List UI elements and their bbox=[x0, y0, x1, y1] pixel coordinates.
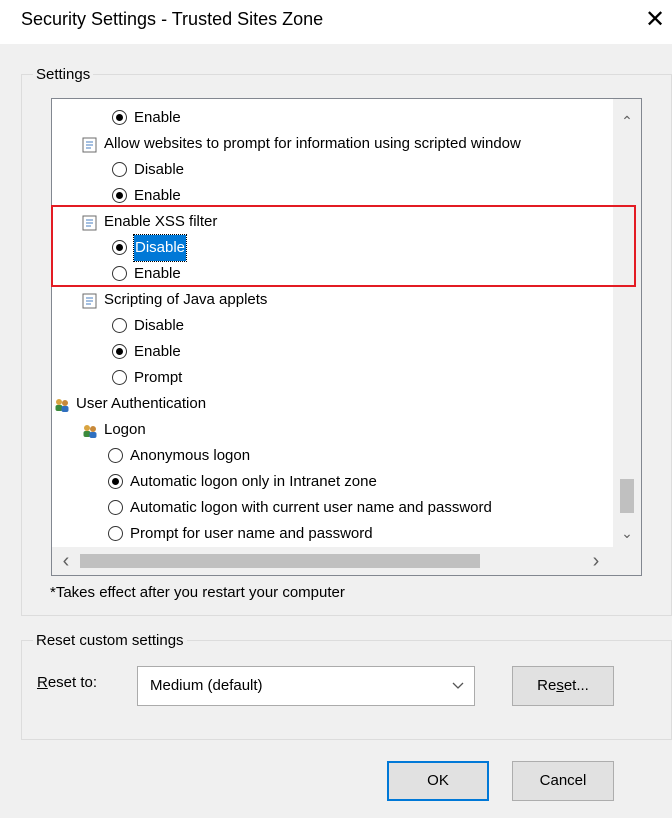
cancel-button-label: Cancel bbox=[539, 772, 587, 789]
radio-button[interactable] bbox=[112, 370, 127, 385]
scroll-right-icon[interactable]: › bbox=[582, 547, 610, 575]
tree-row-label: Logon bbox=[104, 421, 146, 438]
reset-group-label: Reset custom settings bbox=[33, 632, 187, 649]
setting-row: Logon bbox=[52, 417, 607, 443]
option-row[interactable]: Enable bbox=[52, 339, 607, 365]
tree-row-label: Enable bbox=[134, 187, 181, 204]
radio-button[interactable] bbox=[112, 266, 127, 281]
option-row[interactable]: Prompt for user name and password bbox=[52, 521, 607, 547]
radio-button[interactable] bbox=[112, 162, 127, 177]
tree-row-label: Enable bbox=[134, 343, 181, 360]
option-row[interactable]: Disable bbox=[52, 157, 607, 183]
settings-group-label: Settings bbox=[33, 66, 94, 83]
radio-button-checked[interactable] bbox=[112, 110, 127, 125]
vertical-scroll-thumb[interactable] bbox=[620, 479, 634, 513]
option-row[interactable]: Enable bbox=[52, 105, 607, 131]
ok-button-label: OK bbox=[427, 772, 449, 789]
tree-row-label: Automatic logon with current user name a… bbox=[130, 499, 492, 516]
setting-row: Allow websites to prompt for information… bbox=[52, 131, 607, 157]
option-row[interactable]: Enable bbox=[52, 261, 607, 287]
script-setting-icon bbox=[82, 214, 98, 231]
users-icon bbox=[82, 422, 98, 438]
scroll-down-icon[interactable]: ⌄ bbox=[613, 519, 641, 547]
close-icon[interactable]: ✕ bbox=[640, 3, 670, 37]
tree-row-label: Disable bbox=[134, 161, 185, 178]
horizontal-scroll-thumb[interactable] bbox=[80, 554, 480, 568]
horizontal-scrollbar[interactable]: ‹ › bbox=[52, 547, 613, 575]
option-row[interactable]: Anonymous logon bbox=[52, 443, 607, 469]
settings-tree[interactable]: Prompt for user name and password Automat… bbox=[51, 98, 642, 576]
tree-row-label: Scripting of Java applets bbox=[104, 291, 268, 308]
tree-row-label: Anonymous logon bbox=[130, 447, 251, 464]
radio-button[interactable] bbox=[112, 318, 127, 333]
tree-row-label: Prompt for user name and password bbox=[130, 525, 373, 542]
title-bar: Security Settings - Trusted Sites Zone ✕ bbox=[0, 0, 672, 44]
reset-level-value: Medium (default) bbox=[150, 677, 263, 694]
tree-row-label: Allow websites to prompt for information… bbox=[104, 135, 521, 152]
reset-to-label: Reset to: bbox=[37, 674, 98, 691]
reset-button-label: Reset... bbox=[537, 677, 589, 694]
tree-row-label: User Authentication bbox=[76, 395, 207, 412]
tree-row-label: Prompt bbox=[134, 369, 183, 386]
radio-button-checked[interactable] bbox=[112, 344, 127, 359]
setting-row: Scripting of Java applets bbox=[52, 287, 607, 313]
script-setting-icon bbox=[82, 136, 98, 153]
option-row[interactable]: Prompt bbox=[52, 365, 607, 391]
tree-row-label: Enable bbox=[134, 265, 181, 282]
tree-row-label: Disable bbox=[132, 234, 188, 262]
scroll-left-icon[interactable]: ‹ bbox=[52, 547, 80, 575]
setting-row: User Authentication bbox=[52, 391, 607, 417]
option-row[interactable]: Automatic logon with current user name a… bbox=[52, 495, 607, 521]
radio-button[interactable] bbox=[108, 448, 123, 463]
vertical-scrollbar[interactable]: ⌃ ⌄ bbox=[613, 99, 641, 547]
scrollbar-corner bbox=[613, 547, 641, 575]
option-row[interactable]: Disable bbox=[52, 234, 607, 262]
cancel-button[interactable]: Cancel bbox=[512, 761, 614, 801]
setting-row: Enable XSS filter bbox=[52, 209, 607, 235]
reset-level-dropdown[interactable]: Medium (default) bbox=[137, 666, 475, 706]
option-row[interactable]: Enable bbox=[52, 183, 607, 209]
chevron-down-icon bbox=[452, 682, 464, 689]
radio-button-checked[interactable] bbox=[112, 188, 127, 203]
option-row[interactable]: Disable bbox=[52, 313, 607, 339]
tree-row-label: Automatic logon only in Intranet zone bbox=[130, 473, 377, 490]
option-row[interactable]: Automatic logon only in Intranet zone bbox=[52, 469, 607, 495]
radio-button-checked[interactable] bbox=[112, 240, 127, 255]
scroll-up-icon[interactable]: ⌃ bbox=[613, 107, 641, 135]
radio-button[interactable] bbox=[108, 526, 123, 541]
window-title: Security Settings - Trusted Sites Zone bbox=[21, 9, 324, 29]
reset-button[interactable]: Reset... bbox=[512, 666, 614, 706]
ok-button[interactable]: OK bbox=[387, 761, 489, 801]
radio-button-checked[interactable] bbox=[108, 474, 123, 489]
script-setting-icon bbox=[82, 292, 98, 309]
users-icon bbox=[54, 396, 70, 412]
restart-note: *Takes effect after you restart your com… bbox=[50, 584, 345, 601]
tree-row-label: Enable bbox=[134, 109, 181, 126]
tree-row-label: Enable XSS filter bbox=[104, 213, 218, 230]
tree-row-label: Disable bbox=[134, 317, 185, 334]
radio-button[interactable] bbox=[108, 500, 123, 515]
